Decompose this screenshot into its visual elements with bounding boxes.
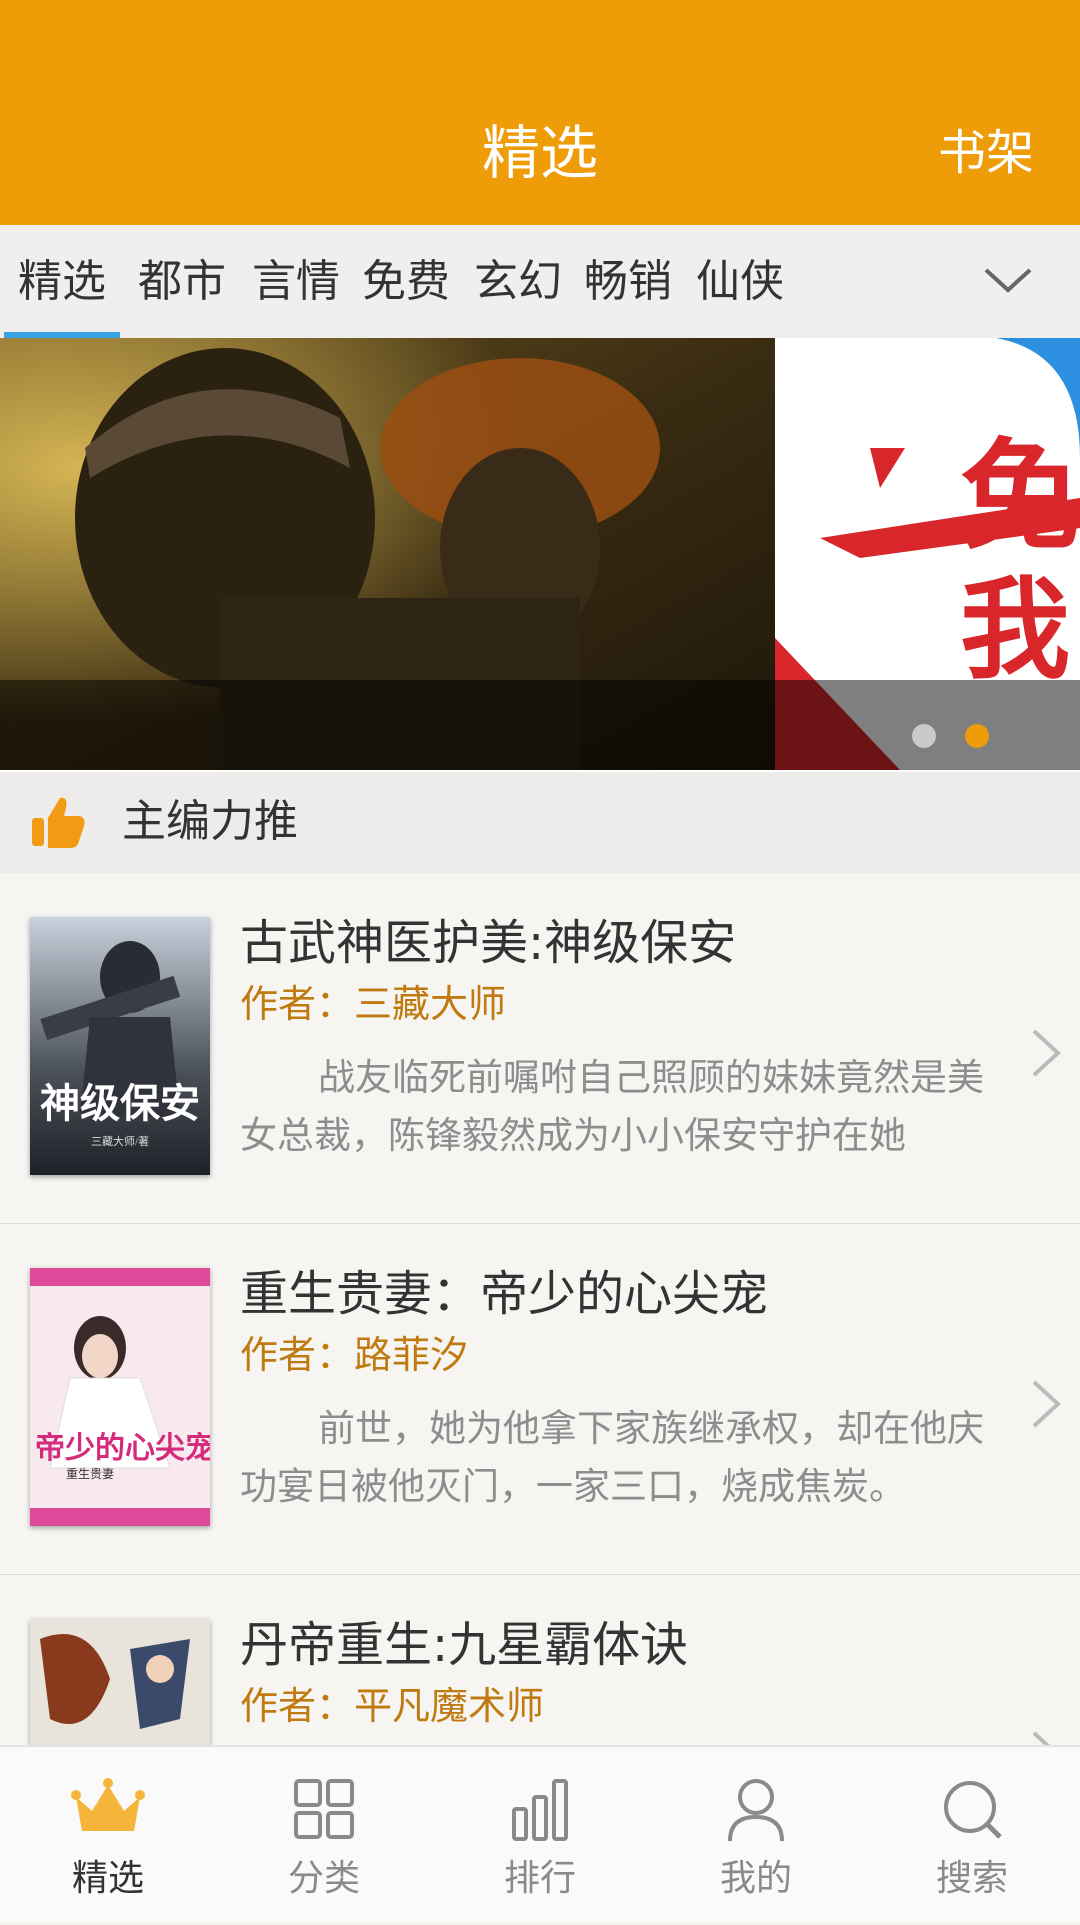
nav-ranking[interactable]: 排行: [432, 1747, 648, 1922]
carousel-dot-1[interactable]: [912, 724, 936, 748]
bar-chart-icon: [512, 1779, 568, 1841]
page-title: 精选: [481, 119, 598, 187]
nav-label: 我的: [719, 1858, 792, 1899]
category-tabs: 精选 都市 言情 免费 玄幻 畅销 仙侠: [0, 225, 1080, 339]
banner-carousel[interactable]: 免 我: [0, 338, 1080, 770]
tab-bestseller[interactable]: 畅销: [570, 225, 686, 338]
nav-label: 搜索: [935, 1858, 1008, 1899]
tab-fantasy[interactable]: 玄幻: [460, 225, 576, 338]
search-icon: [944, 1781, 1002, 1839]
nav-category[interactable]: 分类: [216, 1747, 432, 1922]
nav-featured[interactable]: 精选: [0, 1747, 216, 1922]
chevron-down-icon[interactable]: [978, 255, 1038, 305]
bookshelf-button[interactable]: 书架: [938, 118, 1034, 188]
svg-text:三藏大师/著: 三藏大师/著: [91, 1134, 149, 1148]
svg-text:帝少的心尖宠: 帝少的心尖宠: [35, 1431, 210, 1465]
book-description: 战友临死前嘱咐自己照顾的妹妹竟然是美女总裁，陈锋毅然成为小小保安守护在她: [240, 1056, 984, 1157]
section-header: 主编力推: [0, 770, 1080, 875]
app-bar: 精选 书架: [0, 0, 1080, 225]
book-item[interactable]: 帝少的心尖宠 重生贵妻 重生贵妻：帝少的心尖宠 作者：路菲汐 前世，她为他拿下家…: [0, 1224, 1080, 1576]
book-title: 重生贵妻：帝少的心尖宠: [240, 1266, 769, 1322]
nav-search[interactable]: 搜索: [864, 1747, 1080, 1922]
tab-urban[interactable]: 都市: [124, 225, 240, 338]
banner-slide-text: 免: [960, 430, 1080, 564]
user-icon: [728, 1779, 784, 1842]
nav-label: 精选: [71, 1858, 144, 1899]
crown-icon: [71, 1778, 145, 1831]
bottom-nav: 精选 分类 排行 我的 搜索: [0, 1745, 1080, 1922]
book-author: 作者：平凡魔术师: [240, 1684, 545, 1728]
book-author: 作者：三藏大师: [240, 982, 507, 1026]
thumbs-up-icon: [32, 797, 85, 848]
book-cover: 神级保安 三藏大师/著: [30, 917, 210, 1175]
nav-label: 排行: [503, 1858, 576, 1899]
book-cover: 帝少的心尖宠 重生贵妻: [30, 1268, 210, 1526]
chevron-right-icon: [1032, 1380, 1061, 1428]
tab-xianxia[interactable]: 仙侠: [682, 225, 798, 338]
book-item[interactable]: 神级保安 三藏大师/著 古武神医护美:神级保安 作者：三藏大师 战友临死前嘱咐自…: [0, 873, 1080, 1225]
nav-profile[interactable]: 我的: [648, 1747, 864, 1922]
tab-free[interactable]: 免费: [348, 225, 464, 338]
grid-icon: [294, 1779, 354, 1839]
svg-text:重生贵妻: 重生贵妻: [66, 1467, 114, 1481]
chevron-right-icon: [1032, 1029, 1061, 1077]
svg-text:我: 我: [960, 569, 1070, 692]
nav-label: 分类: [287, 1858, 360, 1899]
book-title: 古武神医护美:神级保安: [240, 915, 737, 971]
carousel-dot-2[interactable]: [965, 724, 989, 748]
book-author: 作者：路菲汐: [240, 1333, 469, 1377]
book-title: 丹帝重生:九星霸体诀: [240, 1617, 689, 1673]
tab-romance[interactable]: 言情: [238, 225, 354, 338]
tab-featured[interactable]: 精选: [4, 225, 120, 338]
svg-text:神级保安: 神级保安: [40, 1081, 200, 1126]
section-title: 主编力推: [122, 796, 298, 847]
book-description: 前世，她为他拿下家族继承权，却在他庆功宴日被他灭门，一家三口，烧成焦炭。: [240, 1407, 984, 1508]
